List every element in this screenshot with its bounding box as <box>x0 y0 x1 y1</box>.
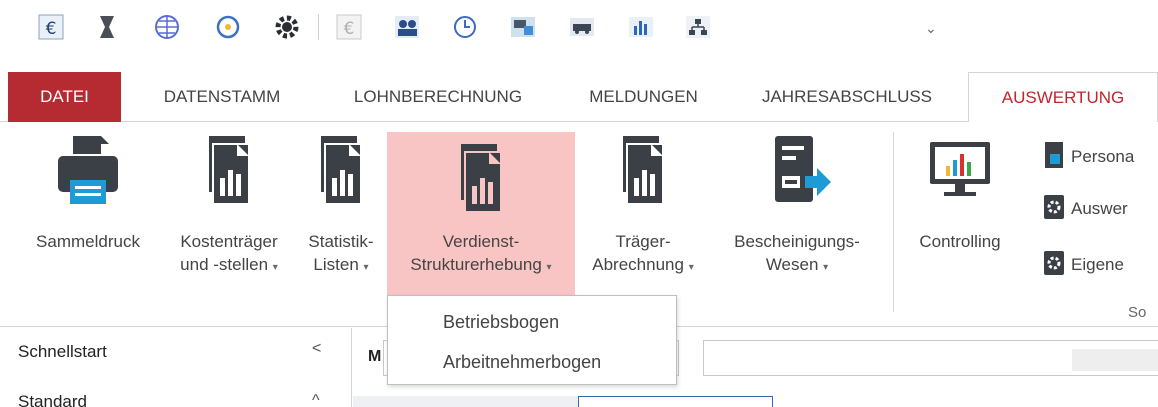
bescheinigungs-label-line1: Bescheinigungs- <box>734 232 860 251</box>
ribbon-group-label: So <box>1128 304 1147 321</box>
tab-auswertung[interactable]: AUSWERTUNG <box>968 72 1158 123</box>
standard-header[interactable]: Standard <box>18 392 87 407</box>
search-field[interactable] <box>703 340 1158 376</box>
verdienst-strukturerhebung-button[interactable]: Verdienst- Strukturerhebung ▾ <box>387 132 575 300</box>
chevron-down-icon: ▾ <box>823 262 829 273</box>
svg-text:€: € <box>344 19 355 39</box>
verdienst-dropdown-menu: Betriebsbogen Arbeitnehmerbogen <box>387 295 677 385</box>
schnellstart-header[interactable]: Schnellstart <box>18 342 107 362</box>
statistik-label-line1: Statistik- <box>308 232 374 251</box>
field-shade <box>1072 349 1158 371</box>
tab-meldungen[interactable]: MELDUNGEN <box>567 72 720 122</box>
auswertung-item[interactable]: Auswer <box>1043 194 1128 225</box>
gear-document-icon <box>1043 250 1065 281</box>
sammeldruck-button[interactable]: Sammeldruck <box>18 132 158 292</box>
kostentraeger-button[interactable]: Kostenträger und -stellen ▾ <box>162 132 296 292</box>
controlling-label: Controlling <box>919 232 1001 251</box>
document-tab[interactable]: M <box>368 348 381 366</box>
bescheinigungswesen-button[interactable]: Bescheinigungs- Wesen ▾ <box>712 132 882 292</box>
photo-icon[interactable] <box>508 12 538 42</box>
report-document-icon <box>162 132 296 218</box>
chevron-down-icon: ▾ <box>272 262 278 273</box>
gear-icon[interactable] <box>272 12 302 42</box>
traeger-label-line2: Abrechnung <box>592 255 684 274</box>
kostentraeger-label-line1: Kostenträger <box>180 232 278 251</box>
euro-disabled-icon[interactable]: € <box>334 12 364 42</box>
eigene-label: Eigene <box>1071 254 1124 274</box>
verdienst-label-line1: Verdienst- <box>442 232 520 251</box>
traeger-abrechnung-button[interactable]: Träger- Abrechnung ▾ <box>576 132 710 292</box>
globe-grid-icon[interactable] <box>152 12 182 42</box>
chevron-down-icon: ▾ <box>688 262 694 273</box>
kostentraeger-label-line2: und -stellen <box>180 255 269 274</box>
hourglass-icon[interactable] <box>92 12 122 42</box>
personal-label: Persona <box>1071 146 1135 166</box>
chevron-up-icon[interactable]: ^ <box>312 392 320 407</box>
collapse-chevron-left-icon[interactable]: < <box>312 340 321 358</box>
toolbar-separator <box>318 14 319 40</box>
sammeldruck-label: Sammeldruck <box>36 232 140 251</box>
selected-cell[interactable] <box>578 396 773 407</box>
ribbon-group-separator <box>893 132 894 312</box>
tab-lohnberechnung[interactable]: LOHNBERECHNUNG <box>326 72 550 122</box>
statistik-listen-button[interactable]: Statistik- Listen ▾ <box>296 132 386 292</box>
bar-chart-icon[interactable] <box>626 12 656 42</box>
svg-text:€: € <box>46 19 57 39</box>
euro-icon[interactable]: € <box>36 12 66 42</box>
document-send-icon <box>712 132 882 218</box>
menu-item-betriebsbogen[interactable]: Betriebsbogen <box>443 312 559 333</box>
chevron-down-icon: ▾ <box>546 262 552 273</box>
spreadsheet-document-icon <box>1043 140 1065 175</box>
verdienst-label-line2: Strukturerhebung <box>410 255 542 274</box>
tab-datenstamm[interactable]: DATENSTAMM <box>138 72 306 122</box>
refresh-icon[interactable] <box>213 12 243 42</box>
bescheinigungs-label-line2: Wesen <box>765 255 819 274</box>
navigation-panel: Schnellstart < Standard ^ <box>0 328 352 407</box>
chevron-down-icon: ▾ <box>363 262 369 273</box>
statistik-label-line2: Listen <box>313 255 359 274</box>
controlling-button[interactable]: Controlling <box>900 132 1020 292</box>
customize-toolbar-dropdown[interactable]: ⌄ <box>925 20 937 37</box>
printer-icon <box>18 132 158 218</box>
users-icon[interactable] <box>392 12 422 42</box>
tab-jahresabschluss[interactable]: JAHRESABSCHLUSS <box>740 72 954 122</box>
quick-access-toolbar: € € ⌄ <box>0 0 1158 60</box>
traeger-label-line1: Träger- <box>615 232 671 251</box>
report-document-icon <box>296 132 386 218</box>
clock-icon[interactable] <box>450 12 480 42</box>
ribbon-tabs: DATEI DATENSTAMM LOHNBERECHNUNG MELDUNGE… <box>0 72 1158 123</box>
monitor-chart-icon <box>900 132 1020 218</box>
tab-datei[interactable]: DATEI <box>8 72 121 122</box>
menu-item-arbeitnehmerbogen[interactable]: Arbeitnehmerbogen <box>443 352 601 373</box>
eigene-item[interactable]: Eigene <box>1043 250 1124 281</box>
auswertung-label: Auswer <box>1071 198 1128 218</box>
gear-document-icon <box>1043 194 1065 225</box>
car-icon[interactable] <box>567 12 597 42</box>
grid-header-strip <box>353 396 583 407</box>
personal-item[interactable]: Persona <box>1043 140 1134 175</box>
report-document-icon <box>576 132 710 218</box>
org-chart-icon[interactable] <box>683 12 713 42</box>
report-document-icon <box>387 140 575 226</box>
